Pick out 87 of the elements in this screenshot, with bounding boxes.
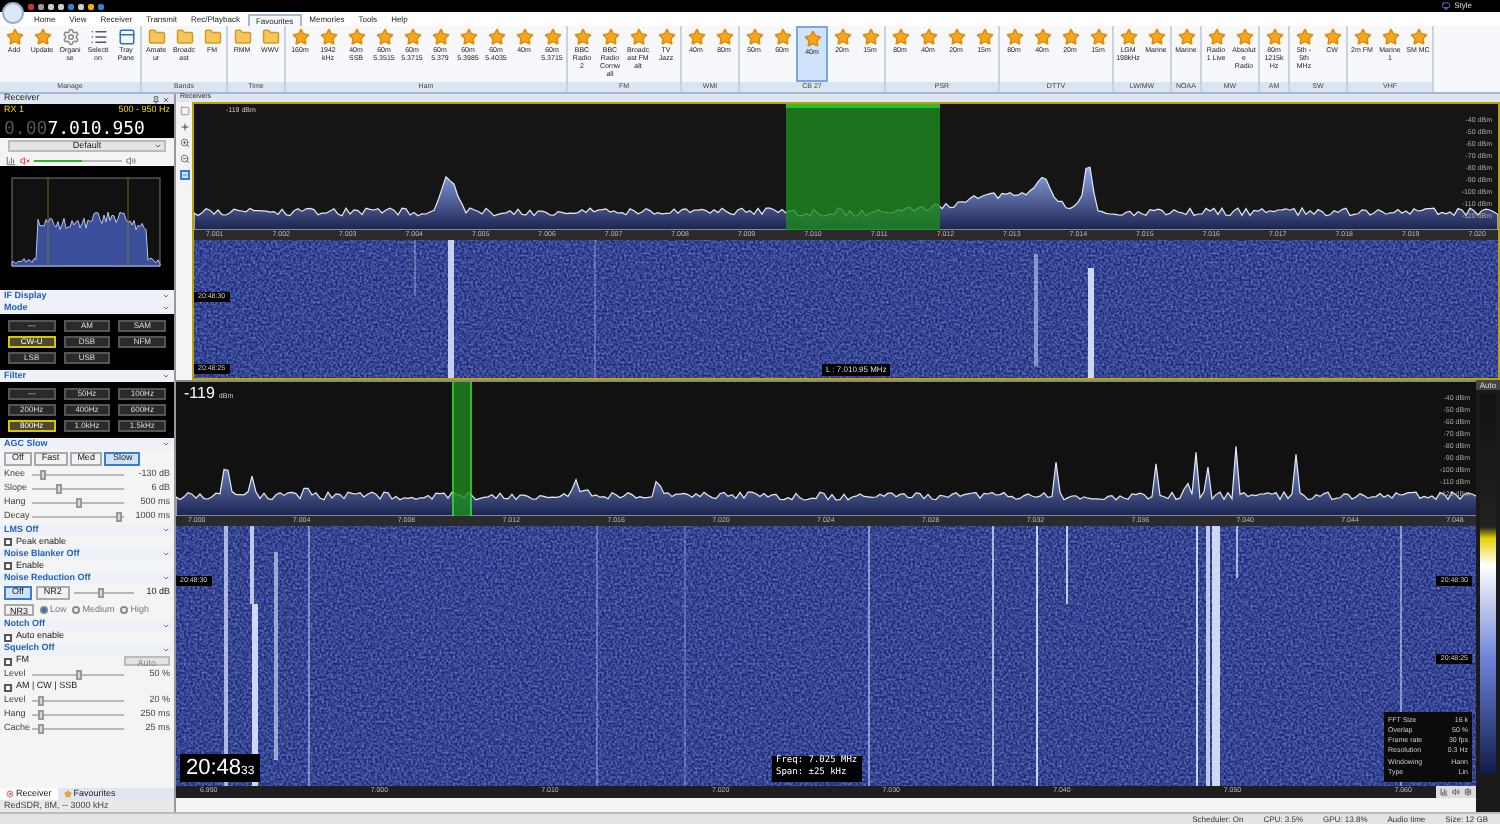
checkbox[interactable] [4,538,12,546]
star-icon [1119,28,1137,46]
pin-icon[interactable] [152,95,160,103]
star-icon [1033,28,1051,46]
star-icon [861,28,879,46]
star-icon [459,28,477,46]
checkbox[interactable] [4,562,12,570]
star-icon [291,28,309,46]
zoom-in-icon[interactable] [179,138,189,148]
chart-icon[interactable] [1440,788,1448,796]
checkbox[interactable] [4,683,12,692]
star-icon [1323,28,1341,46]
gear-icon [6,790,14,798]
star-icon [403,28,421,46]
star-icon [687,28,705,46]
slider-thumb[interactable] [38,723,45,734]
star-icon [919,28,937,46]
star-icon [891,28,909,46]
star-icon [1409,28,1427,46]
star-icon [1147,28,1165,46]
checkbox[interactable] [4,657,12,666]
settings-icon[interactable] [1464,788,1472,796]
signal-reading: -119 [184,386,215,402]
slider-thumb[interactable] [75,669,81,680]
star-icon [1061,28,1079,46]
clock-time: 20:48 [186,754,242,782]
frequency-prefix: 0.00 [4,119,48,140]
checkbox[interactable] [4,633,12,642]
star-icon [33,28,51,46]
slider-thumb[interactable] [56,484,63,494]
star-icon [657,28,675,46]
star-icon [431,28,449,46]
star-icon [1353,28,1371,46]
star-icon [515,28,533,46]
star-icon [319,28,337,46]
star-icon [629,28,647,46]
star-icon [1381,28,1399,46]
minus-icon[interactable] [179,170,189,180]
star-icon [487,28,505,46]
star-icon [1005,28,1023,46]
star-icon [1207,28,1225,46]
star-icon [347,28,365,46]
star-icon [773,28,791,46]
folder-icon [233,28,251,46]
star-icon [1235,28,1253,46]
star-icon [833,28,851,46]
pane-icon [117,28,135,46]
folder-icon [203,28,221,46]
frequency-value: 7.010.950 [47,119,145,140]
star-icon [573,28,591,46]
gear-icon [61,28,79,46]
folder-icon [175,28,193,46]
star-icon [1177,28,1195,46]
star-icon [63,790,72,798]
folder-icon [261,28,279,46]
list-icon [89,28,107,46]
star-icon [715,28,733,46]
star-icon [1089,28,1107,46]
slider-thumb[interactable] [40,470,47,480]
star-icon [543,28,561,46]
slider-thumb[interactable] [116,512,123,522]
star-icon [5,28,23,46]
star-icon [1265,28,1283,46]
zoom-out-icon[interactable] [179,154,189,164]
mute-icon[interactable] [20,155,30,165]
star-icon [803,30,821,48]
filter-passband-highlight [452,382,472,516]
app-logo-icon[interactable] [2,2,24,24]
plus-icon[interactable] [179,122,189,132]
slider-thumb[interactable] [38,709,45,720]
star-icon [601,28,619,46]
star-icon [745,28,763,46]
speaker-icon[interactable] [1452,788,1460,796]
star-icon [947,28,965,46]
folder-icon [147,28,165,46]
radio-button[interactable] [120,606,129,615]
slider-thumb[interactable] [38,695,45,706]
slider-thumb[interactable] [75,498,81,508]
star-icon [1295,28,1313,46]
star-icon [375,28,393,46]
speaker-icon [126,155,136,165]
meter-icon[interactable] [6,155,16,165]
star-icon [975,28,993,46]
slider-thumb[interactable] [97,588,104,598]
monitor-icon[interactable] [1442,2,1451,10]
radio-button[interactable] [40,606,49,615]
radio-button[interactable] [72,606,81,615]
